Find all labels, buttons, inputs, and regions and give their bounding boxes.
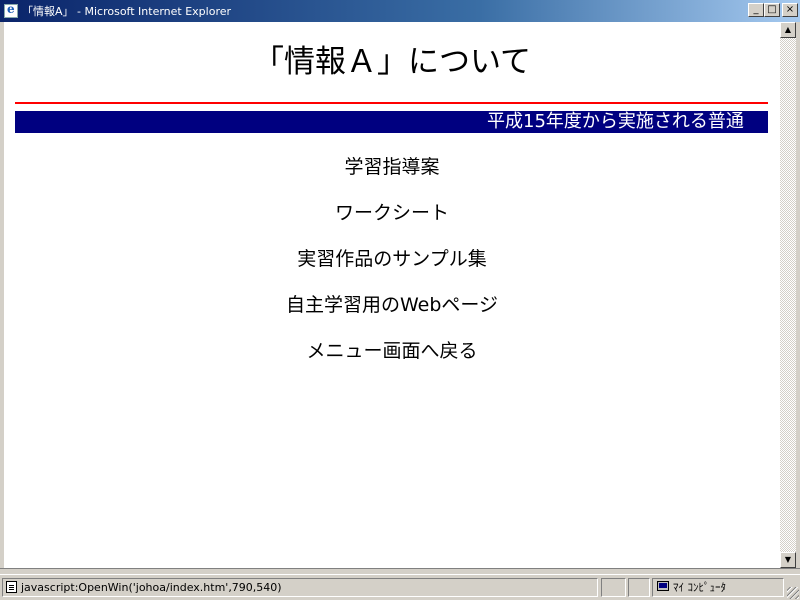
menu-link-worksheet[interactable]: ワークシート xyxy=(4,198,780,244)
scroll-down-button[interactable]: ▼ xyxy=(780,552,796,568)
menu-link-self-study-web[interactable]: 自主学習用のWebページ xyxy=(4,290,780,336)
close-button[interactable]: × xyxy=(782,3,798,17)
window-frame-right xyxy=(796,22,800,572)
status-bar: javascript:OpenWin('johoa/index.htm',790… xyxy=(0,574,800,600)
status-text-pane: javascript:OpenWin('johoa/index.htm',790… xyxy=(2,578,598,597)
resize-grip[interactable] xyxy=(787,587,799,599)
red-divider xyxy=(15,102,768,104)
vertical-scrollbar[interactable]: ▲ ▼ xyxy=(780,22,796,568)
marquee-banner: 平成15年度から実施される普通 xyxy=(15,111,768,133)
scroll-up-button[interactable]: ▲ xyxy=(780,22,796,38)
minimize-button[interactable]: _ xyxy=(748,3,764,17)
ie-icon[interactable] xyxy=(4,2,18,18)
scroll-track[interactable] xyxy=(780,38,796,552)
maximize-button[interactable]: □ xyxy=(764,3,780,17)
menu-link-lesson-plan[interactable]: 学習指導案 xyxy=(4,152,780,198)
window-title: 「情報A」 - Microsoft Internet Explorer xyxy=(22,5,232,18)
menu-link-back-to-menu[interactable]: メニュー画面へ戻る xyxy=(4,336,780,382)
caption-buttons: _ □ × xyxy=(748,3,798,17)
menu-list: 学習指導案 ワークシート 実習作品のサンプル集 自主学習用のWebページ メニュ… xyxy=(4,152,780,382)
zone-label: ﾏｲ ｺﾝﾋﾟｭｰﾀ xyxy=(673,581,726,594)
page-icon xyxy=(6,581,17,593)
menu-link-sample-works[interactable]: 実習作品のサンプル集 xyxy=(4,244,780,290)
page-title: 「情報Ａ」について xyxy=(252,44,532,80)
status-text: javascript:OpenWin('johoa/index.htm',790… xyxy=(21,581,282,594)
status-security-pane xyxy=(628,578,650,597)
title-bar[interactable]: 「情報A」 - Microsoft Internet Explorer _ □ … xyxy=(0,0,800,22)
marquee-text: 平成15年度から実施される普通 xyxy=(487,111,744,132)
my-computer-icon xyxy=(657,581,669,591)
browser-content: 「情報Ａ」について 平成15年度から実施される普通 学習指導案 ワークシート 実… xyxy=(4,22,780,568)
status-zone-pane: ﾏｲ ｺﾝﾋﾟｭｰﾀ xyxy=(652,578,784,597)
status-progress-pane xyxy=(601,578,626,597)
